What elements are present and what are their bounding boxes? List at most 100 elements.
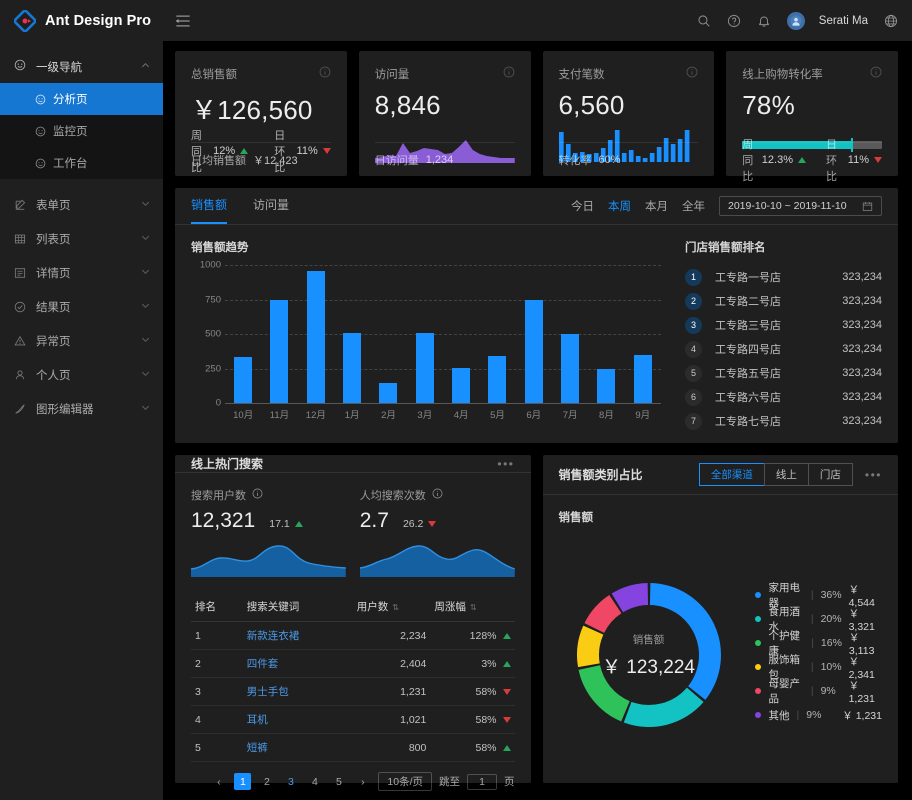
page-size-select[interactable]: 10条/页 [378,772,432,791]
page-3[interactable]: 3 [282,773,299,790]
sidebar-nav: 一级导航 分析页 监控页 [0,41,163,426]
page-2[interactable]: 2 [258,773,275,790]
cell-keyword[interactable]: 新款连衣裙 [243,622,353,650]
sidebar-group-primary[interactable]: 一级导航 [0,50,163,83]
sidebar-item-exception[interactable]: 异常页 [0,324,163,358]
check-circle-icon [14,301,29,313]
sidebar-item-graph-editor[interactable]: 图形编辑器 [0,392,163,426]
jump-input[interactable]: 1 [467,774,497,790]
trend-card-header: 销售额 访问量 今日 本周 本月 全年 2019-10-10 ~ 2019-11… [175,188,898,225]
sidebar-item-monitor[interactable]: 监控页 [0,115,163,147]
legend-percent: 20% [821,613,849,625]
bar[interactable] [634,355,652,403]
date-range-picker[interactable]: 2019-10-10 ~ 2019-11-10 [719,196,882,216]
metric-delta: 17.1 [269,518,302,530]
bar[interactable] [597,369,615,404]
user-menu[interactable]: Serati Ma [787,12,868,30]
rank-item[interactable]: 6工专路六号店323,234 [685,385,882,409]
cell-keyword[interactable]: 四件套 [243,650,353,678]
bar[interactable] [307,271,325,403]
smile-icon [14,59,29,74]
tab-visits[interactable]: 访问量 [253,196,289,224]
hot-search-card: 线上热门搜索 ••• 搜索用户数 [175,455,531,783]
sidebar-item-label: 表单页 [36,197,141,213]
sidebar-item-analysis[interactable]: 分析页 [0,83,163,115]
range-month[interactable]: 本月 [645,198,668,214]
sidebar-item-workbench[interactable]: 工作台 [0,147,163,179]
info-circle-icon[interactable] [686,65,698,83]
bar-slot [261,265,297,403]
rank-item[interactable]: 4工专路四号店323,234 [685,337,882,361]
info-circle-icon[interactable] [870,65,882,83]
bar[interactable] [343,333,361,403]
page-4[interactable]: 4 [306,773,323,790]
legend-item[interactable]: 母婴产品|9%￥ 1,231 [755,679,883,703]
rank-item[interactable]: 1工专路一号店323,234 [685,265,882,289]
range-week[interactable]: 本周 [608,198,631,214]
page-prev[interactable]: ‹ [210,773,227,790]
sidebar-item-label: 分析页 [53,91,88,107]
info-circle-icon[interactable] [503,65,515,83]
ellipsis-icon[interactable]: ••• [497,457,514,471]
search-icon[interactable] [697,14,711,28]
page-5[interactable]: 5 [330,773,347,790]
bar[interactable] [561,334,579,403]
arrow-down-icon [874,157,882,163]
sidebar-item-account[interactable]: 个人页 [0,358,163,392]
x-tick: 5月 [479,407,515,421]
sidebar-item-form[interactable]: 表单页 [0,188,163,222]
trend-card-body: 销售额趋势 1000 750 500 250 0 [175,225,898,443]
info-circle-icon[interactable] [432,488,443,502]
bar-slot [625,265,661,403]
col-users[interactable]: 用户数⇅ [353,592,431,622]
bar[interactable] [270,300,288,404]
bell-icon[interactable] [757,14,771,28]
arrow-up-icon [503,661,511,667]
rank-item[interactable]: 3工专路三号店323,234 [685,313,882,337]
bar[interactable] [379,383,397,403]
chevron-down-icon [141,233,150,245]
user-name: Serati Ma [819,15,868,27]
range-year[interactable]: 全年 [682,198,705,214]
question-circle-icon[interactable] [727,14,741,28]
menu-fold-icon[interactable] [175,13,191,29]
segment-online[interactable]: 线上 [764,463,808,486]
sidebar-item-detail[interactable]: 详情页 [0,256,163,290]
tab-sales[interactable]: 销售额 [191,196,227,224]
rank-item[interactable]: 2工专路二号店323,234 [685,289,882,313]
cell-users: 2,404 [353,650,431,678]
legend-item[interactable]: 其他|9%￥ 1,231 [755,703,883,727]
jump-unit: 页 [504,774,515,789]
segment-all-channels[interactable]: 全部渠道 [699,463,764,486]
page-1[interactable]: 1 [234,773,251,790]
chevron-down-icon [141,403,150,415]
bar[interactable] [488,356,506,403]
sidebar-item-result[interactable]: 结果页 [0,290,163,324]
segment-store[interactable]: 门店 [808,463,853,486]
legend-separator: | [811,589,814,601]
cell-keyword[interactable]: 耳机 [243,706,353,734]
col-delta[interactable]: 周涨幅⇅ [430,592,514,622]
cell-keyword[interactable]: 男士手包 [243,678,353,706]
stat-title: 支付笔数 [559,66,605,82]
search-users-sparkline [191,537,346,577]
sidebar-item-list[interactable]: 列表页 [0,222,163,256]
info-circle-icon[interactable] [319,65,331,83]
logo-row[interactable]: Ant Design Pro [0,0,163,41]
info-circle-icon[interactable] [252,488,263,502]
page-next[interactable]: › [354,773,371,790]
stat-value: ￥126,560 [191,90,331,127]
rank-value: 323,234 [842,367,882,379]
ellipsis-icon[interactable]: ••• [865,468,882,482]
range-today[interactable]: 今日 [571,198,594,214]
global-icon[interactable] [884,14,898,28]
rank-item[interactable]: 7工专路七号店323,234 [685,409,882,433]
bar[interactable] [416,333,434,403]
bar[interactable] [452,368,470,403]
rank-item[interactable]: 5工专路五号店323,234 [685,361,882,385]
bar[interactable] [525,300,543,404]
cell-keyword[interactable]: 短裤 [243,734,353,762]
legend-dot [755,688,761,694]
bar[interactable] [234,357,252,403]
rank-store-name: 工专路三号店 [715,317,781,333]
